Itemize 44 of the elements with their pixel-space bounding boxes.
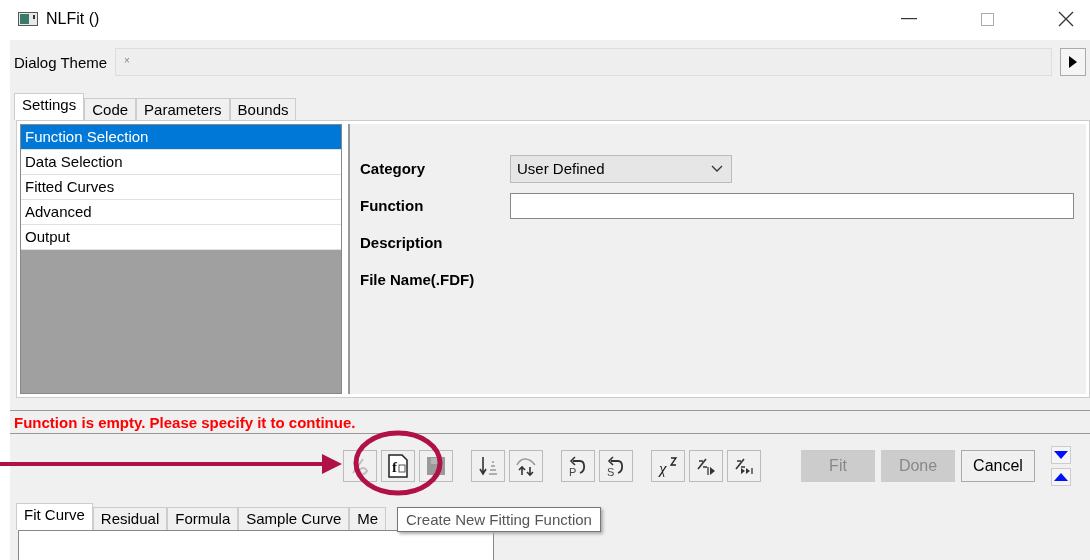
sort-down-icon: [477, 455, 499, 477]
undo-tool-button[interactable]: P: [561, 450, 595, 482]
dialog-button[interactable]: Cancel: [961, 450, 1035, 482]
triangle-down-icon: [1054, 451, 1068, 459]
field-label: Category: [360, 160, 427, 177]
undo-tool-button[interactable]: S: [599, 450, 633, 482]
field-label: Description: [360, 234, 444, 251]
tab[interactable]: Code: [84, 98, 137, 120]
expand-up-button[interactable]: [1051, 468, 1071, 486]
list-item[interactable]: Output: [21, 225, 341, 250]
dropdown-value: User Defined: [517, 160, 605, 177]
tab[interactable]: Bounds: [229, 98, 297, 120]
category-dropdown[interactable]: User Defined: [510, 154, 732, 183]
minimize-icon[interactable]: [901, 18, 917, 20]
field-label: Function: [360, 197, 425, 214]
step-tool-button[interactable]: [689, 450, 723, 482]
theme-arrow-button[interactable]: [1060, 48, 1086, 76]
list-item[interactable]: Data Selection: [21, 150, 341, 175]
list-item[interactable]: Advanced: [21, 200, 341, 225]
tab[interactable]: Parameters: [136, 98, 230, 120]
tooltip: Create New Fitting Function: [397, 507, 601, 532]
function-input-field[interactable]: [510, 192, 1074, 219]
collapse-down-button[interactable]: [1051, 446, 1071, 464]
close-icon[interactable]: [1058, 11, 1074, 27]
up-down-arrows-icon: [515, 455, 537, 477]
window-title: NLFit (): [46, 10, 100, 28]
error-message: Function is empty. Please specify it to continue.: [14, 413, 356, 431]
save-icon: [426, 456, 446, 476]
swap-tool-button[interactable]: [509, 450, 543, 482]
sort-tool-button[interactable]: [471, 450, 505, 482]
chevron-down-icon: [711, 165, 723, 172]
function-document-icon: f: [387, 454, 409, 478]
app-icon: [18, 12, 38, 26]
list-item[interactable]: Fitted Curves: [21, 175, 341, 200]
list-item[interactable]: Function Selection: [21, 125, 341, 150]
new-tool-button[interactable]: f: [381, 450, 415, 482]
triangle-up-icon: [1054, 473, 1068, 481]
chi-tool-button[interactable]: χ: [651, 450, 685, 482]
tab[interactable]: Settings: [14, 93, 85, 120]
tab[interactable]: Fit Curve: [16, 503, 93, 530]
field-label: File Name(.FDF): [360, 271, 476, 288]
end-tool-button[interactable]: [727, 450, 761, 482]
play-arrow-icon: [1069, 56, 1077, 68]
dialog-theme-label: Dialog Theme: [14, 53, 108, 71]
